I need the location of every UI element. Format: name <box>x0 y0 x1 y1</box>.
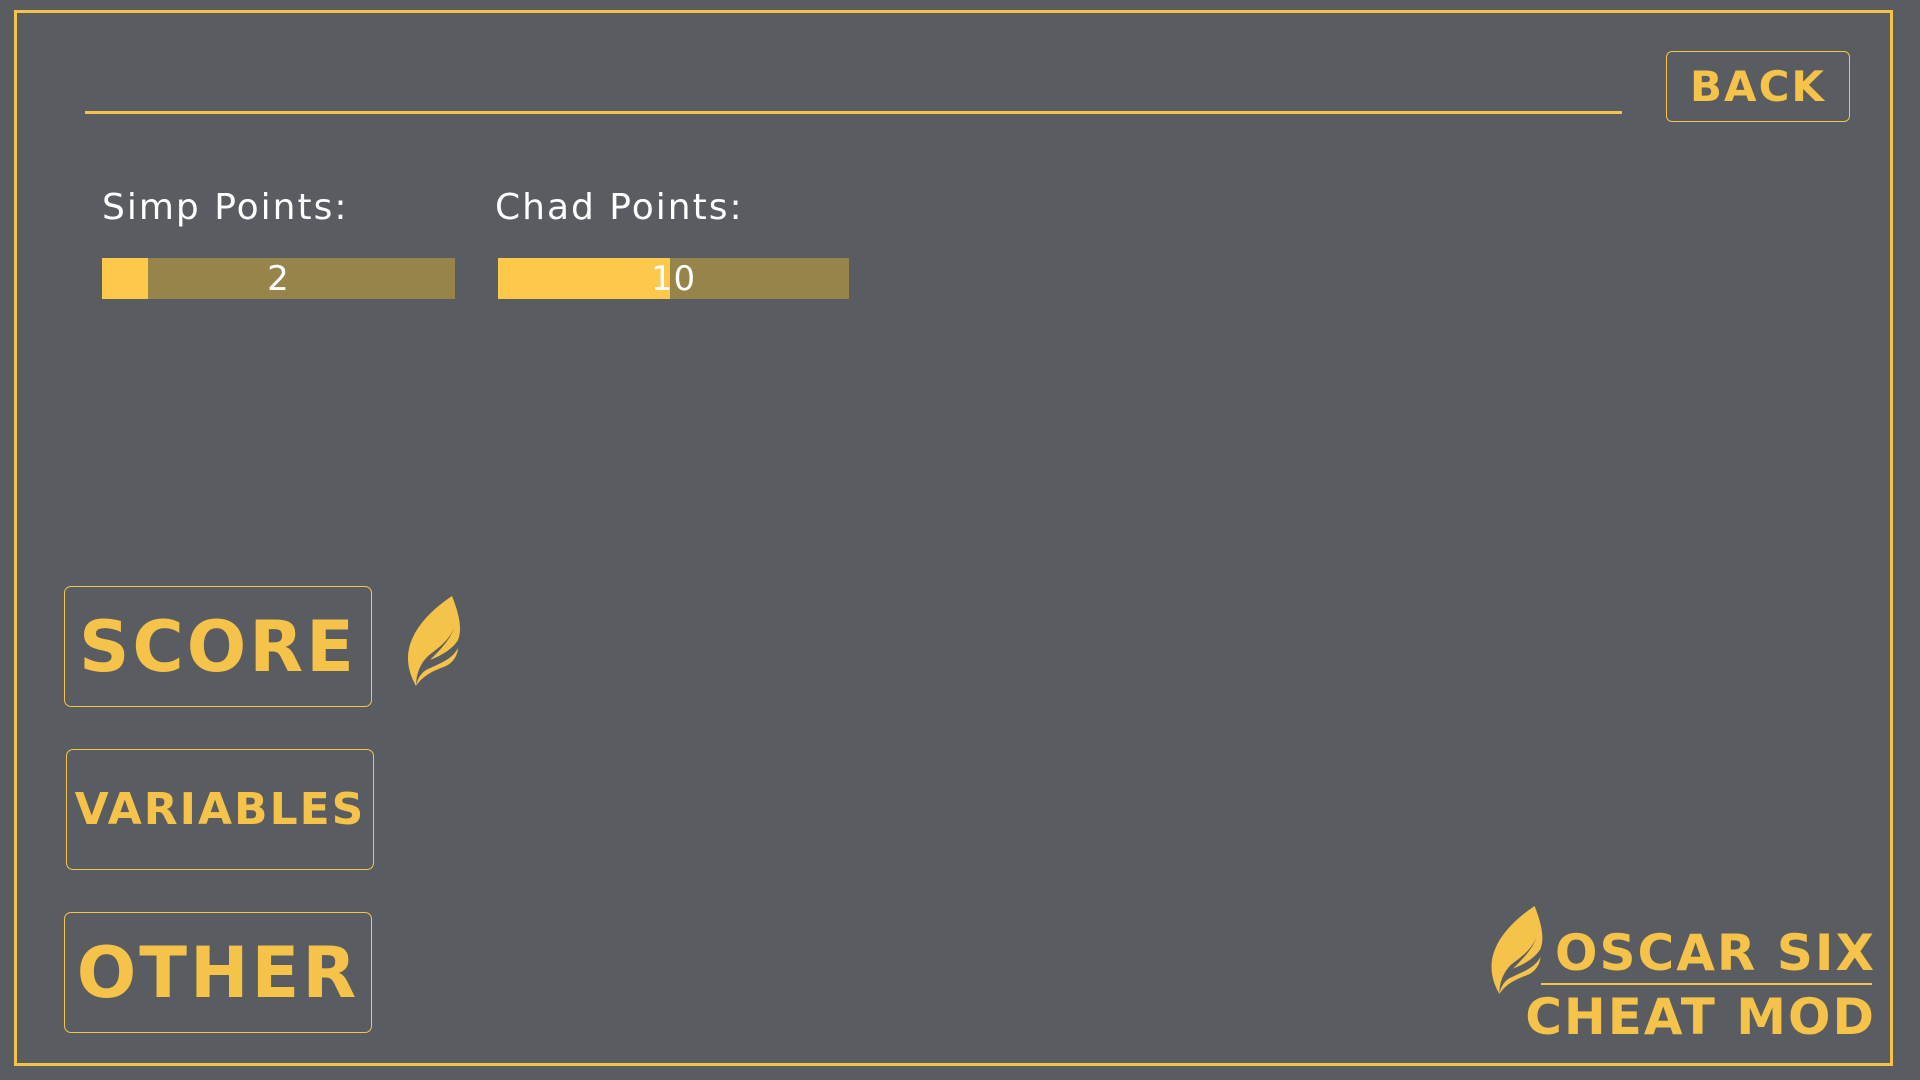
simp-points-label: Simp Points: <box>102 187 349 228</box>
brand-divider <box>1541 983 1872 985</box>
simp-points-value: 2 <box>267 258 290 299</box>
brand-logo: OSCAR SIX CHEAT MOD <box>1485 900 1880 1046</box>
brand-title: OSCAR SIX <box>1555 924 1876 982</box>
chad-points-value: 10 <box>650 258 697 299</box>
flame-icon <box>408 596 460 686</box>
chad-points-bar[interactable]: 10 <box>498 258 849 299</box>
variables-button[interactable]: VARIABLES <box>66 749 374 870</box>
simp-points-bar[interactable]: 2 <box>102 258 455 299</box>
header-divider <box>85 111 1622 114</box>
brand-subtitle: CHEAT MOD <box>1525 988 1876 1046</box>
other-button[interactable]: OTHER <box>64 912 372 1033</box>
back-button[interactable]: BACK <box>1666 51 1850 122</box>
brand-flame-icon <box>1491 905 1543 995</box>
score-button[interactable]: SCORE <box>64 586 372 707</box>
chad-points-label: Chad Points: <box>495 187 744 228</box>
